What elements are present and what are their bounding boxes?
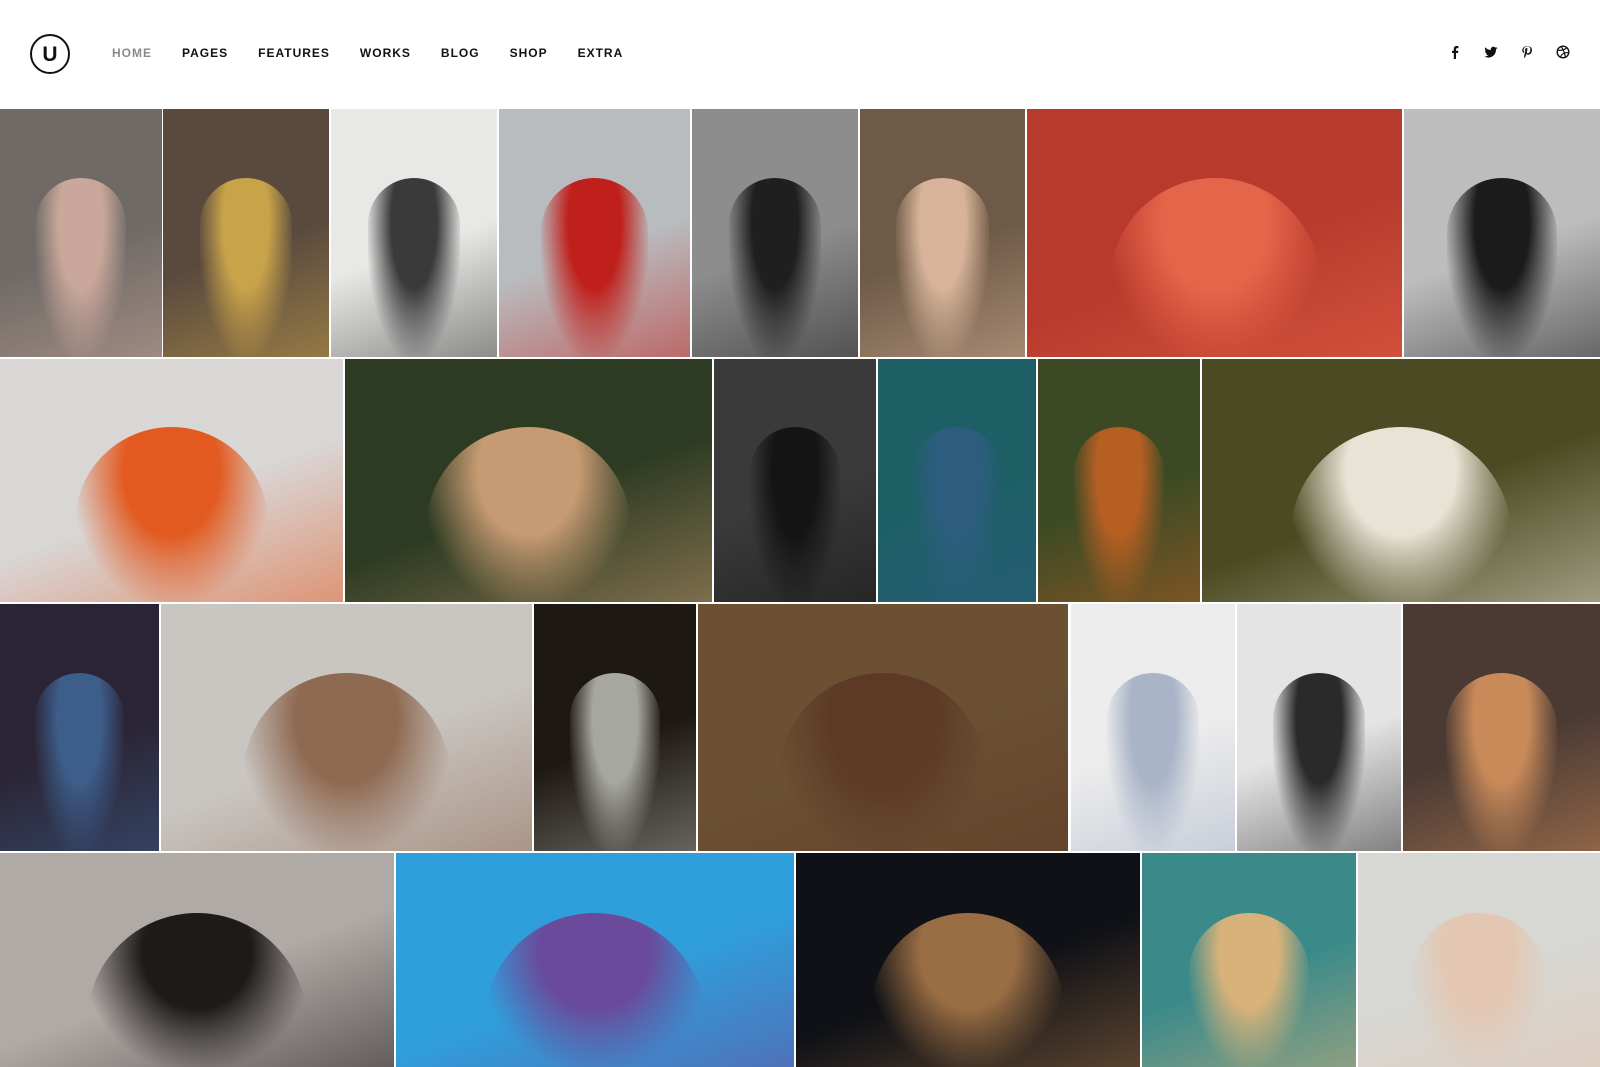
photo-man-blazer[interactable] — [1071, 604, 1235, 851]
twitter-icon[interactable] — [1484, 44, 1498, 60]
photo-woman-headscarf[interactable] — [396, 853, 794, 1067]
photo-couple-night[interactable] — [0, 604, 159, 851]
photo-flamingo[interactable] — [1027, 109, 1402, 357]
photo-woman-water[interactable] — [1142, 853, 1356, 1067]
photo-subject — [425, 427, 632, 602]
photo-subject — [896, 178, 989, 357]
photo-subject — [1273, 673, 1365, 851]
photo-woman-bw[interactable] — [692, 109, 858, 357]
photo-subject — [199, 178, 293, 357]
photo-subject — [75, 427, 268, 602]
photo-man-sunglasses-bw[interactable] — [714, 359, 876, 602]
social-links — [1448, 44, 1570, 60]
nav-features[interactable]: FEATURES — [258, 46, 330, 60]
photo-subject — [1073, 427, 1165, 602]
photo-subject — [1107, 673, 1199, 851]
photo-man-sitting[interactable] — [1404, 109, 1600, 357]
photo-asian-woman[interactable] — [0, 853, 394, 1067]
photo-subject — [728, 178, 822, 357]
photo-woman-silver-hair[interactable] — [1358, 853, 1600, 1067]
photo-subject — [779, 673, 987, 851]
photo-subject — [1411, 912, 1547, 1067]
photo-man-hallway[interactable] — [331, 109, 497, 357]
photo-girl-hood[interactable] — [1202, 359, 1600, 602]
photo-girl-striped[interactable] — [860, 109, 1025, 357]
photo-man-dreadlocks[interactable] — [878, 359, 1036, 602]
nav-home[interactable]: HOME — [112, 46, 152, 60]
main-nav: HOME PAGES FEATURES WORKS BLOG SHOP EXTR… — [112, 46, 653, 60]
nav-extra[interactable]: EXTRA — [578, 46, 624, 60]
nav-pages[interactable]: PAGES — [182, 46, 228, 60]
photo-woman-bedroom[interactable] — [0, 109, 162, 357]
pinterest-icon[interactable] — [1520, 44, 1534, 60]
photo-subject — [1446, 673, 1557, 851]
photo-redhead-woman[interactable] — [0, 359, 343, 602]
logo-letter: U — [42, 42, 58, 66]
photo-subject — [541, 178, 648, 357]
photo-woman-lilac-hair[interactable] — [1403, 604, 1600, 851]
photo-old-man[interactable] — [534, 604, 696, 851]
facebook-icon[interactable] — [1448, 44, 1462, 60]
logo[interactable]: U — [30, 34, 70, 74]
photo-woman-red-jacket[interactable] — [499, 109, 690, 357]
site-header: U HOME PAGES FEATURES WORKS BLOG SHOP EX… — [0, 0, 1600, 108]
photo-subject — [749, 427, 841, 602]
photo-woman-grass[interactable] — [698, 604, 1068, 851]
nav-shop[interactable]: SHOP — [510, 46, 548, 60]
photo-subject — [483, 912, 707, 1067]
photo-subject — [1289, 427, 1513, 602]
photo-squirrel[interactable] — [1038, 359, 1200, 602]
photo-woman-leaves[interactable] — [345, 359, 712, 602]
photo-subject — [1447, 178, 1557, 357]
photo-subject — [912, 427, 1002, 602]
photo-subject — [1189, 912, 1309, 1067]
photo-dog[interactable] — [796, 853, 1140, 1067]
photo-subject — [871, 912, 1065, 1067]
photo-boy-headphones[interactable] — [163, 109, 329, 357]
photo-subject — [86, 912, 308, 1067]
photo-man-portrait-bw[interactable] — [1237, 604, 1401, 851]
nav-works[interactable]: WORKS — [360, 46, 411, 60]
dribbble-icon[interactable] — [1556, 44, 1570, 60]
photo-subject — [242, 673, 451, 851]
photo-subject — [35, 178, 127, 357]
photo-subject — [569, 673, 661, 851]
photo-man-profile[interactable] — [161, 604, 532, 851]
photo-subject — [367, 178, 461, 357]
photo-subject — [1109, 178, 1320, 357]
photo-subject — [34, 673, 125, 851]
photo-gallery — [0, 109, 1600, 1067]
nav-blog[interactable]: BLOG — [441, 46, 480, 60]
